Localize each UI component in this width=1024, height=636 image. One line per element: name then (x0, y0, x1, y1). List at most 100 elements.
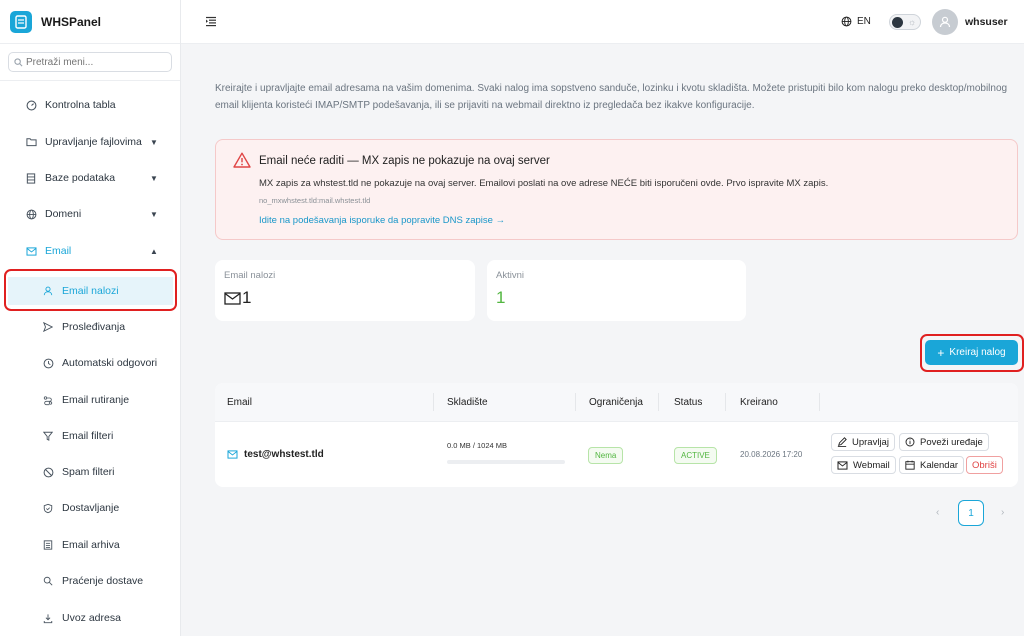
column-divider (725, 393, 726, 411)
sidebar-item-dashboard[interactable]: Kontrolna tabla (0, 91, 180, 119)
import-icon (42, 612, 54, 624)
stat-email-accounts: Email nalozi 1 (215, 260, 475, 321)
calendar-label: Kalendar (920, 459, 959, 471)
language-label: EN (857, 16, 871, 27)
column-divider (658, 393, 659, 411)
brand[interactable]: WHSPanel (0, 0, 180, 44)
th-status[interactable]: Status (674, 397, 702, 408)
sidebar-item-autoresponders[interactable]: Automatski odgovori (0, 349, 180, 377)
stat-label: Email nalozi (224, 270, 276, 281)
sidebar-item-label: Baze podataka (45, 172, 116, 184)
menu-search-input[interactable] (26, 56, 166, 68)
archive-icon (42, 539, 54, 551)
sidebar-item-label: Kontrolna tabla (45, 99, 116, 111)
sidebar-item-deliverability[interactable]: Dostavljanje (0, 494, 180, 522)
storage-usage: 0.0 MB / 1024 MB (447, 441, 508, 450)
chevron-down-icon: ▼ (150, 173, 158, 183)
calendar-icon (905, 460, 915, 470)
mail-icon (227, 450, 238, 459)
delivery-settings-link[interactable]: Idite na podešavanja isporuke da popravi… (259, 215, 505, 226)
search-icon (14, 57, 23, 66)
route-icon (42, 394, 54, 406)
sidebar-item-label: Email (45, 245, 72, 257)
sidebar-item-label: Uvoz adresa (62, 612, 121, 624)
sidebar-item-delivery-tracking[interactable]: Praćenje dostave (0, 567, 180, 595)
manage-label: Upravljaj (852, 436, 889, 448)
search-icon (42, 575, 54, 587)
database-icon (25, 172, 37, 184)
table-row-email[interactable]: test@whstest.tld (227, 449, 324, 460)
edit-icon (837, 437, 847, 447)
sidebar-item-label: Upravljanje fajlovima (45, 136, 142, 148)
webmail-button[interactable]: Webmail (831, 456, 896, 474)
user-icon (939, 16, 951, 28)
th-created[interactable]: Kreirano (740, 397, 778, 408)
column-divider (819, 393, 820, 411)
menu-toggle-icon[interactable] (205, 16, 217, 28)
th-email[interactable]: Email (227, 397, 252, 408)
folder-icon (25, 136, 37, 148)
sidebar-item-email-filters[interactable]: Email filteri (0, 422, 180, 450)
globe-icon (25, 208, 37, 220)
storage-progress-bar (447, 460, 565, 464)
th-limits[interactable]: Ograničenja (589, 397, 643, 408)
column-divider (575, 393, 576, 411)
sidebar-item-label: Praćenje dostave (62, 575, 144, 587)
app-name: WHSPanel (41, 14, 102, 29)
chevron-down-icon: ▼ (150, 137, 158, 147)
sidebar-item-email-archive[interactable]: Email arhiva (0, 531, 180, 559)
sidebar-item-forwarding[interactable]: Prosleđivanja (0, 313, 180, 341)
language-switcher[interactable]: EN (841, 16, 871, 27)
connect-devices-button[interactable]: Poveži uređaje (899, 433, 989, 451)
sidebar: WHSPanel Kontrolna tabla Upravljanje faj… (0, 0, 181, 636)
mail-icon (25, 245, 37, 257)
sidebar-item-label: Email filteri (62, 430, 114, 442)
connect-devices-label: Poveži uređaje (920, 436, 983, 448)
sidebar-item-spam-filters[interactable]: Spam filteri (0, 458, 180, 486)
warning-icon (233, 152, 251, 171)
sidebar-item-email-routing[interactable]: Email rutiranje (0, 386, 180, 414)
sidebar-item-email[interactable]: Email ▲ (0, 237, 180, 265)
created-date: 20.08.2026 17:20 (740, 450, 803, 459)
next-page-icon[interactable]: › (1001, 507, 1004, 518)
status-badge: ACTIVE (674, 447, 717, 464)
mail-icon (837, 460, 848, 470)
chevron-down-icon: ▼ (150, 209, 158, 219)
page-1-button[interactable]: 1 (958, 500, 984, 526)
sidebar-item-label: Domeni (45, 208, 82, 220)
stat-value: 1 (224, 288, 251, 308)
sidebar-item-label: Dostavljanje (62, 502, 120, 514)
highlight-create-button (920, 334, 1024, 372)
alert-mx-detail: no_mxwhstest.tld:mail.whstest.tld (259, 196, 371, 205)
sidebar-item-import-addresses[interactable]: Uvoz adresa (0, 604, 180, 632)
username[interactable]: whsuser (965, 16, 1008, 28)
stat-number: 1 (242, 288, 252, 307)
alert-body: MX zapis za whstest.tld ne pokazuje na o… (259, 178, 829, 189)
calendar-button[interactable]: Kalendar (899, 456, 965, 474)
mx-warning-alert: Email neće raditi — MX zapis ne pokazuje… (215, 139, 1018, 240)
stat-number: 1 (496, 288, 506, 307)
info-icon (905, 437, 915, 447)
shield-check-icon (42, 502, 54, 514)
sun-icon: ☼ (908, 17, 917, 27)
email-accounts-table: Email Skladište Ograničenja Status Kreir… (215, 383, 1018, 487)
delete-button[interactable]: Obriši (966, 456, 1003, 474)
send-icon (42, 321, 54, 333)
sidebar-item-domains[interactable]: Domeni ▼ (0, 200, 180, 228)
th-storage[interactable]: Skladište (447, 397, 488, 408)
toggle-knob (892, 17, 903, 28)
sidebar-item-files[interactable]: Upravljanje fajlovima ▼ (0, 128, 180, 156)
theme-toggle[interactable]: ☼ (889, 14, 921, 30)
sidebar-item-label: Spam filteri (62, 466, 115, 478)
sidebar-item-label: Prosleđivanja (62, 321, 126, 333)
sidebar-item-databases[interactable]: Baze podataka ▼ (0, 164, 180, 192)
avatar[interactable] (932, 9, 958, 35)
stat-label: Aktivni (496, 270, 524, 281)
prev-page-icon[interactable]: ‹ (936, 507, 939, 518)
sidebar-item-label: Automatski odgovori (62, 357, 158, 369)
logo-icon (10, 10, 32, 33)
stat-active: Aktivni 1 (487, 260, 746, 321)
email-address: test@whstest.tld (244, 449, 324, 460)
menu-search[interactable] (8, 52, 172, 72)
manage-button[interactable]: Upravljaj (831, 433, 895, 451)
